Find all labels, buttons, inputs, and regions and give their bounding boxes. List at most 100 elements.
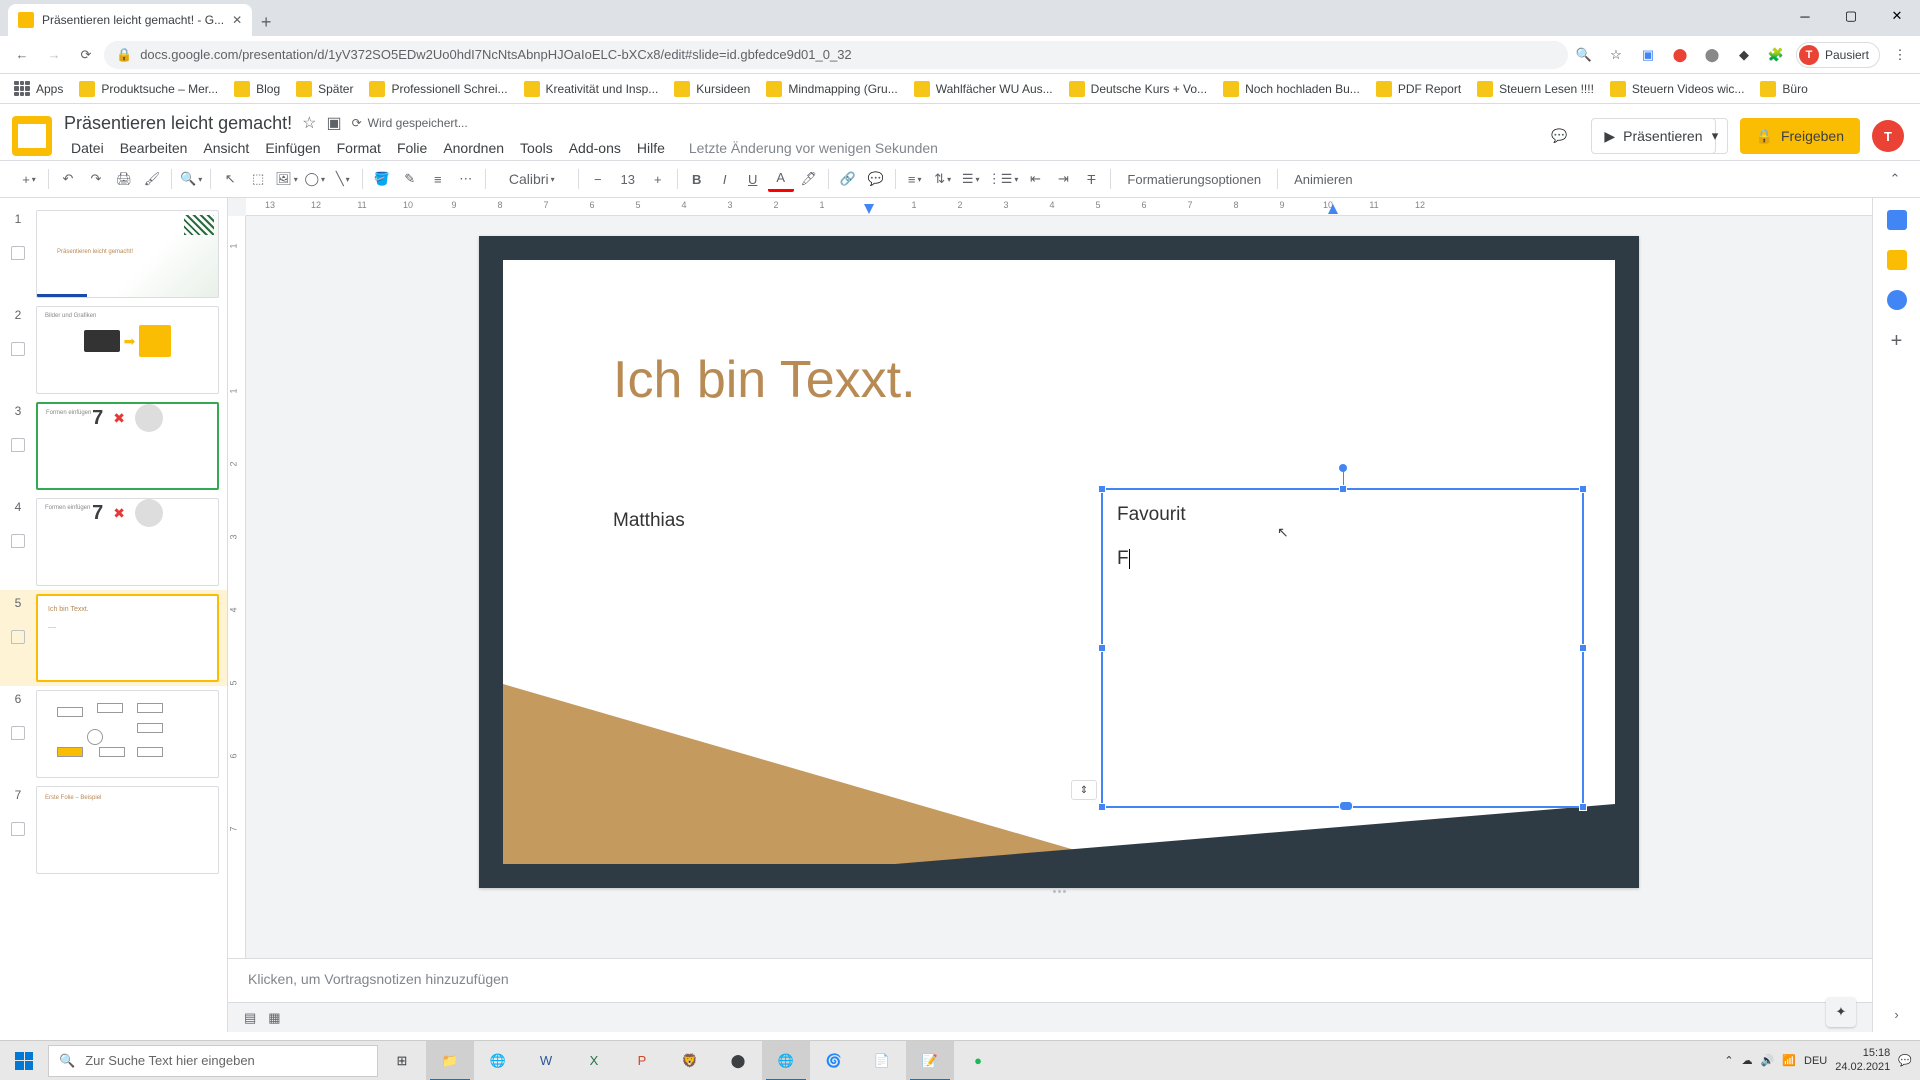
animate-button[interactable]: Animieren (1284, 166, 1363, 192)
comments-button[interactable]: 💬 (1539, 116, 1579, 156)
menu-hilfe[interactable]: Hilfe (630, 136, 672, 160)
tray-onedrive-icon[interactable]: ☁ (1742, 1054, 1753, 1067)
bookmark-item[interactable]: Kreativität und Insp... (518, 77, 665, 101)
bookmark-item[interactable]: Blog (228, 77, 286, 101)
grid-view-button[interactable]: ▦ (268, 1010, 280, 1026)
reload-button[interactable]: ⟳ (72, 41, 100, 69)
bookmark-item[interactable]: Büro (1754, 77, 1813, 101)
slides-logo-icon[interactable] (12, 116, 52, 156)
increase-indent-button[interactable]: ⇥ (1050, 166, 1076, 192)
fill-color-button[interactable]: 🪣 (369, 166, 395, 192)
bookmark-item[interactable]: Später (290, 77, 359, 101)
numbered-list-button[interactable]: ☰ (958, 166, 984, 192)
share-button[interactable]: 🔒 Freigeben (1740, 118, 1860, 154)
collapse-toolbar-button[interactable]: ⌃ (1882, 166, 1908, 192)
resize-handle[interactable] (1579, 485, 1587, 493)
bookmark-item[interactable]: Wahlfächer WU Aus... (908, 77, 1059, 101)
bulleted-list-button[interactable]: ⋮☰ (986, 166, 1021, 192)
taskbar-app-explorer[interactable]: 📁 (426, 1041, 474, 1080)
taskbar-search[interactable]: 🔍 Zur Suche Text hier eingeben (48, 1045, 378, 1077)
paint-format-button[interactable]: 🖌 (139, 166, 165, 192)
taskbar-app-brave[interactable]: 🦁 (666, 1041, 714, 1080)
close-window-button[interactable]: ✕ (1874, 0, 1920, 32)
taskbar-app-generic1[interactable]: 📄 (858, 1041, 906, 1080)
vertical-ruler[interactable]: 1 12 34 56 7 (228, 216, 246, 958)
insert-link-button[interactable]: 🔗 (835, 166, 861, 192)
slide-title-text[interactable]: Ich bin Texxt. (613, 350, 916, 410)
hide-side-panel-button[interactable]: › (1894, 1007, 1898, 1022)
bookmark-item[interactable]: Produktsuche – Mer... (73, 77, 224, 101)
comment-indicator-icon[interactable] (11, 822, 25, 836)
maximize-button[interactable]: ▢ (1828, 0, 1874, 32)
comment-indicator-icon[interactable] (11, 438, 25, 452)
resize-handle[interactable] (1339, 485, 1347, 493)
taskbar-app-word[interactable]: W (522, 1041, 570, 1080)
slide-canvas[interactable]: Ich bin Texxt. Matthias (479, 236, 1639, 888)
menu-tools[interactable]: Tools (513, 136, 560, 160)
new-tab-button[interactable]: + (252, 8, 280, 36)
border-dash-button[interactable]: ⋯ (453, 166, 479, 192)
bookmark-item[interactable]: Steuern Lesen !!!! (1471, 77, 1600, 101)
font-size-input[interactable]: 13 (613, 166, 643, 192)
account-avatar[interactable]: T (1872, 120, 1904, 152)
menu-bearbeiten[interactable]: Bearbeiten (113, 136, 195, 160)
slide-thumbnail-4[interactable]: Formen einfügen7✖ (36, 498, 219, 586)
tray-chevron-icon[interactable]: ⌃ (1724, 1054, 1733, 1067)
tray-volume-icon[interactable]: 🔊 (1761, 1054, 1775, 1067)
image-tool[interactable]: 🖼 (273, 166, 300, 192)
calendar-addon-icon[interactable] (1887, 210, 1907, 230)
taskbar-app-spotify[interactable]: ● (954, 1041, 1002, 1080)
start-button[interactable] (0, 1041, 48, 1080)
slide-panel[interactable]: 1 Präsentieren leicht gemacht! 2 Bilder … (0, 198, 228, 1032)
comment-indicator-icon[interactable] (11, 342, 25, 356)
menu-ansicht[interactable]: Ansicht (196, 136, 256, 160)
tray-language[interactable]: DEU (1804, 1055, 1827, 1067)
rotate-handle[interactable] (1339, 464, 1347, 472)
resize-handle[interactable] (1339, 801, 1353, 811)
menu-einfuegen[interactable]: Einfügen (258, 136, 327, 160)
taskbar-app-powerpoint[interactable]: P (618, 1041, 666, 1080)
bookmark-apps[interactable]: Apps (8, 77, 69, 101)
tray-clock[interactable]: 15:18 24.02.2021 (1835, 1047, 1890, 1073)
line-spacing-button[interactable]: ⇅ (930, 166, 956, 192)
profile-chip[interactable]: T Pausiert (1796, 42, 1880, 68)
insert-comment-button[interactable]: 💬 (863, 166, 889, 192)
border-color-button[interactable]: ✎ (397, 166, 423, 192)
slide-body-text-left[interactable]: Matthias (613, 510, 685, 532)
bookmark-item[interactable]: Steuern Videos wic... (1604, 77, 1751, 101)
keep-addon-icon[interactable] (1887, 250, 1907, 270)
zoom-icon[interactable]: 🔍 (1572, 43, 1596, 67)
extension-icon-3[interactable]: ⬤ (1700, 43, 1724, 67)
taskbar-app-obs[interactable]: ⬤ (714, 1041, 762, 1080)
bookmark-item[interactable]: PDF Report (1370, 77, 1467, 101)
tray-notifications-icon[interactable]: 💬 (1898, 1054, 1912, 1067)
add-addon-button[interactable]: + (1891, 330, 1903, 353)
move-icon[interactable]: ▣ (326, 113, 341, 133)
italic-button[interactable]: I (712, 166, 738, 192)
tray-network-icon[interactable]: 📶 (1782, 1054, 1796, 1067)
zoom-button[interactable]: 🔍 (178, 166, 204, 192)
filmstrip-view-button[interactable]: ▤ (244, 1010, 256, 1026)
address-bar[interactable]: 🔒 docs.google.com/presentation/d/1yV372S… (104, 41, 1568, 69)
autofit-button[interactable]: ⇕ (1071, 780, 1097, 800)
slide-thumbnail-2[interactable]: Bilder und Grafiken➡ (36, 306, 219, 394)
browser-tab[interactable]: Präsentieren leicht gemacht! - G... ✕ (8, 4, 252, 36)
underline-button[interactable]: U (740, 166, 766, 192)
last-edit-text[interactable]: Letzte Änderung vor wenigen Sekunden (682, 136, 945, 160)
document-title[interactable]: Präsentieren leicht gemacht! (64, 113, 292, 134)
font-size-increase[interactable]: + (645, 166, 671, 192)
redo-button[interactable]: ↷ (83, 166, 109, 192)
resize-handle[interactable] (1098, 803, 1106, 811)
highlight-button[interactable]: 🖊 (796, 166, 822, 192)
bookmark-item[interactable]: Deutsche Kurs + Vo... (1063, 77, 1213, 101)
speaker-notes[interactable]: Klicken, um Vortragsnotizen hinzuzufügen (228, 958, 1872, 1002)
text-color-button[interactable]: A (768, 166, 794, 192)
resize-handle[interactable] (1579, 644, 1587, 652)
taskbar-app-chrome[interactable]: 🌐 (762, 1041, 810, 1080)
chrome-menu-icon[interactable]: ⋮ (1888, 43, 1912, 67)
tab-close-icon[interactable]: ✕ (232, 13, 242, 27)
ruler-indent-marker[interactable] (864, 204, 874, 214)
taskbar-app-edge[interactable]: 🌐 (474, 1041, 522, 1080)
undo-button[interactable]: ↶ (55, 166, 81, 192)
bookmark-star-icon[interactable]: ☆ (1604, 43, 1628, 67)
